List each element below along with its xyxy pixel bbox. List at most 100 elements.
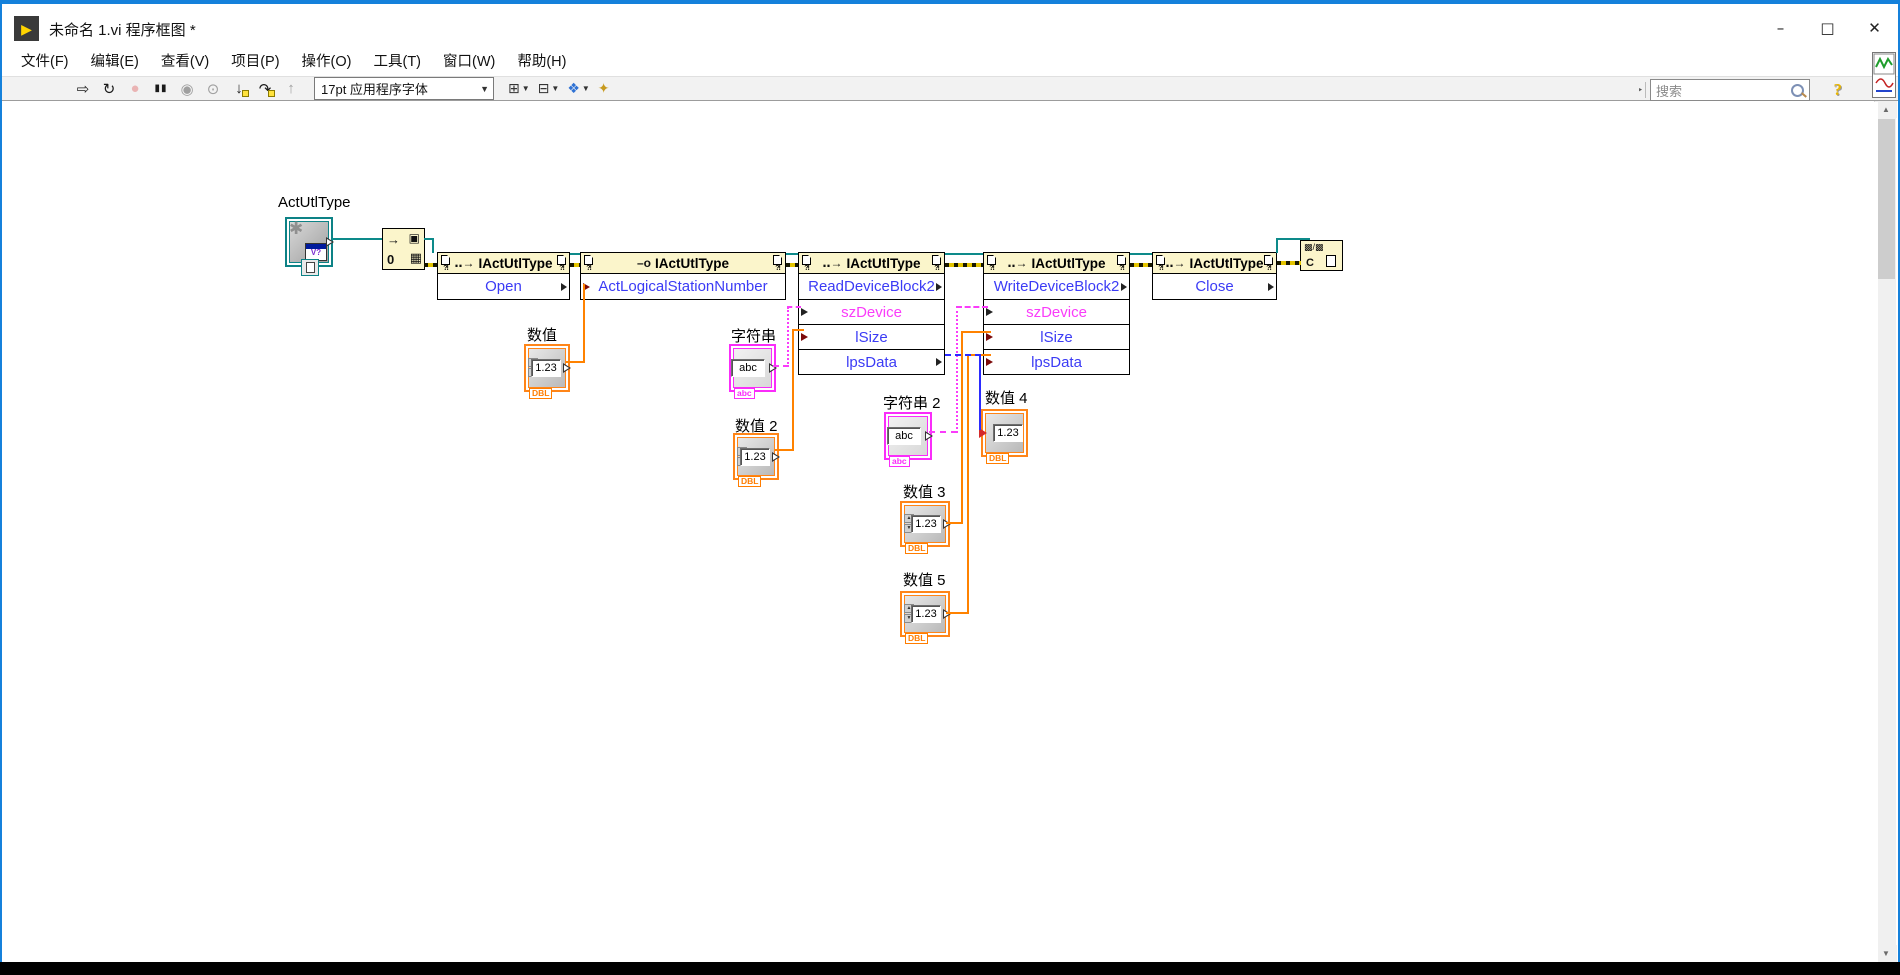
string-wire[interactable] [956,306,958,433]
reference-wire[interactable] [570,253,580,255]
step-into-icon[interactable]: ↓ [227,78,251,99]
numeric4-value[interactable]: 1.23 [993,424,1023,442]
reference-wire[interactable] [432,238,434,253]
help-button[interactable]: ? [1834,80,1843,100]
refnum-label[interactable]: ActUtlType [278,194,351,211]
numeric3-value[interactable]: 1.23 [911,515,941,533]
run-continuously-icon[interactable]: ↻ [97,78,121,99]
error-wire[interactable] [1130,263,1152,267]
numeric4-indicator[interactable]: 1.23 DBL [981,409,1028,457]
string-label[interactable]: 字符串 [731,325,776,346]
maximize-button[interactable]: □ [1804,8,1851,48]
numeric-control[interactable]: ▲▼ 1.23 DBL [524,344,570,392]
numeric3-label[interactable]: 数值 3 [903,481,946,502]
vi-icon[interactable] [1872,52,1896,98]
run-button-icon[interactable]: ⇨ [71,78,95,99]
pause-icon[interactable]: ▮▮ [149,78,173,99]
align-objects-button[interactable]: ⊞ ▼ [508,80,530,97]
scroll-up-icon[interactable]: ▲ [1875,101,1897,118]
menu-view[interactable]: 查看(V) [150,48,220,76]
error-wire[interactable] [570,263,580,267]
abort-execution-icon[interactable]: ● [123,78,147,99]
retain-wire-values-icon[interactable]: ⊙ [201,78,225,99]
numeric4-label[interactable]: 数值 4 [985,387,1028,408]
property-node-station-number[interactable]: ?! –o IActUtlType ?! ActLogicalStationNu… [580,252,786,300]
close-button[interactable]: ✕ [1851,8,1898,48]
menu-help[interactable]: 帮助(H) [506,48,577,76]
clean-up-diagram-button[interactable]: ✦ [598,80,610,97]
numeric2-value[interactable]: 1.23 [740,448,770,466]
string2-control[interactable]: abc abc [884,412,932,460]
menu-window[interactable]: 窗口(W) [432,48,506,76]
string-control[interactable]: abc abc [729,344,776,392]
close-reference-node[interactable]: ▩/▩ C [1300,240,1343,271]
numeric-label[interactable]: 数值 [527,324,557,345]
string-wire[interactable] [787,307,789,367]
property-row-station-number[interactable]: ActLogicalStationNumber [581,274,785,299]
numeric5-value[interactable]: 1.23 [911,605,941,623]
numeric3-control[interactable]: ▲▼ 1.23 DBL [900,501,950,547]
param-row-lpsdata[interactable]: lpsData [799,350,944,374]
reference-wire[interactable] [1276,238,1278,253]
automation-open-node[interactable]: → ▣ 0 ▦ [382,228,425,270]
menu-tools[interactable]: 工具(T) [362,48,432,76]
scrollbar-thumb[interactable] [1877,119,1895,279]
reorder-button[interactable]: ❖ ▼ [567,80,589,97]
menu-operate[interactable]: 操作(O) [291,48,363,76]
numeric2-control[interactable]: ▲▼ 1.23 DBL [733,433,779,480]
string-value[interactable]: abc [731,359,765,377]
scroll-down-icon[interactable]: ▼ [1875,945,1897,962]
numeric-wire[interactable] [961,331,991,333]
numeric5-control[interactable]: ▲▼ 1.23 DBL [900,591,950,637]
numeric-wire[interactable] [583,284,585,363]
reference-wire[interactable] [332,238,382,240]
error-wire[interactable] [1277,261,1301,265]
font-settings-dropdown[interactable]: 17pt 应用程序字体 ▼ [314,77,494,100]
method-row-open[interactable]: Open [438,274,569,299]
string2-value[interactable]: abc [887,427,921,445]
numeric-wire[interactable] [961,331,963,524]
error-wire[interactable] [786,263,798,267]
method-row-close[interactable]: Close [1153,274,1276,299]
menu-file[interactable]: 文件(F) [10,48,80,76]
method-row-write-device-block[interactable]: WriteDeviceBlock2 [984,274,1129,300]
search-input[interactable]: 搜索 [1650,79,1810,101]
invoke-node-close[interactable]: ?! ‥→ IActUtlType ?! Close [1152,252,1277,300]
param-row-lsize[interactable]: lSize [799,325,944,350]
numeric5-label[interactable]: 数值 5 [903,569,946,590]
string-wire[interactable] [929,431,957,433]
param-row-szdevice[interactable]: szDevice [799,300,944,325]
invoke-node-write-device-block[interactable]: ?! ‥→ IActUtlType ?! WriteDeviceBlock2 s… [983,252,1130,375]
error-wire[interactable] [424,263,437,267]
automation-refnum-control[interactable]: ✱ V? [285,217,333,267]
distribute-objects-button[interactable]: ⊟ ▼ [538,80,560,97]
reference-wire[interactable] [1276,238,1310,240]
integer-wire[interactable] [945,354,981,356]
highlight-execution-icon[interactable]: ◉ [175,78,199,99]
numeric-wire[interactable] [792,329,804,331]
string-wire[interactable] [787,306,801,308]
minimize-button[interactable]: – [1757,8,1804,48]
menu-edit[interactable]: 编辑(E) [80,48,150,76]
param-row-lpsdata[interactable]: lpsData [984,350,1129,374]
numeric-value[interactable]: 1.23 [531,359,561,377]
string-wire[interactable] [956,306,988,308]
numeric-wire[interactable] [967,354,969,614]
param-row-szdevice[interactable]: szDevice [984,300,1129,325]
step-out-icon[interactable]: ↑ [279,78,303,99]
invoke-node-read-device-block[interactable]: ?! ‥→ IActUtlType ?! ReadDeviceBlock2 sz… [798,252,945,375]
string2-label[interactable]: 字符串 2 [883,392,941,413]
search-collapse-icon[interactable]: ‣ [1638,85,1643,96]
search-icon[interactable] [1791,84,1804,97]
reference-wire[interactable] [786,253,798,255]
invoke-node-open[interactable]: ?! ‥→ IActUtlType ?! Open [437,252,570,300]
menu-project[interactable]: 项目(P) [220,48,290,76]
numeric-wire[interactable] [792,329,794,451]
reference-wire[interactable] [1130,253,1152,255]
reference-wire[interactable] [945,253,983,255]
error-wire[interactable] [945,263,983,267]
step-over-icon[interactable]: ↷ [253,78,277,99]
numeric2-label[interactable]: 数值 2 [735,415,778,436]
method-row-read-device-block[interactable]: ReadDeviceBlock2 [799,274,944,300]
numeric-wire[interactable] [946,612,969,614]
